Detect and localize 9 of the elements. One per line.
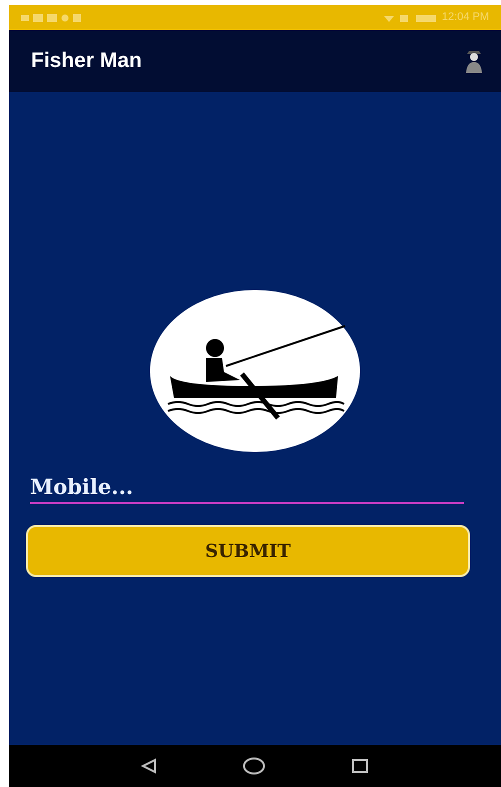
status-time: 12:04 PM [442,10,489,26]
home-icon[interactable] [242,757,266,775]
mobile-field[interactable]: Mobile... [30,470,464,504]
back-icon[interactable] [141,758,158,774]
signal-icons [384,12,438,22]
notification-icons [21,12,81,22]
recents-icon[interactable] [350,758,369,774]
app-title: Fisher Man [31,48,142,74]
submit-button[interactable]: SUBMIT [26,525,470,577]
